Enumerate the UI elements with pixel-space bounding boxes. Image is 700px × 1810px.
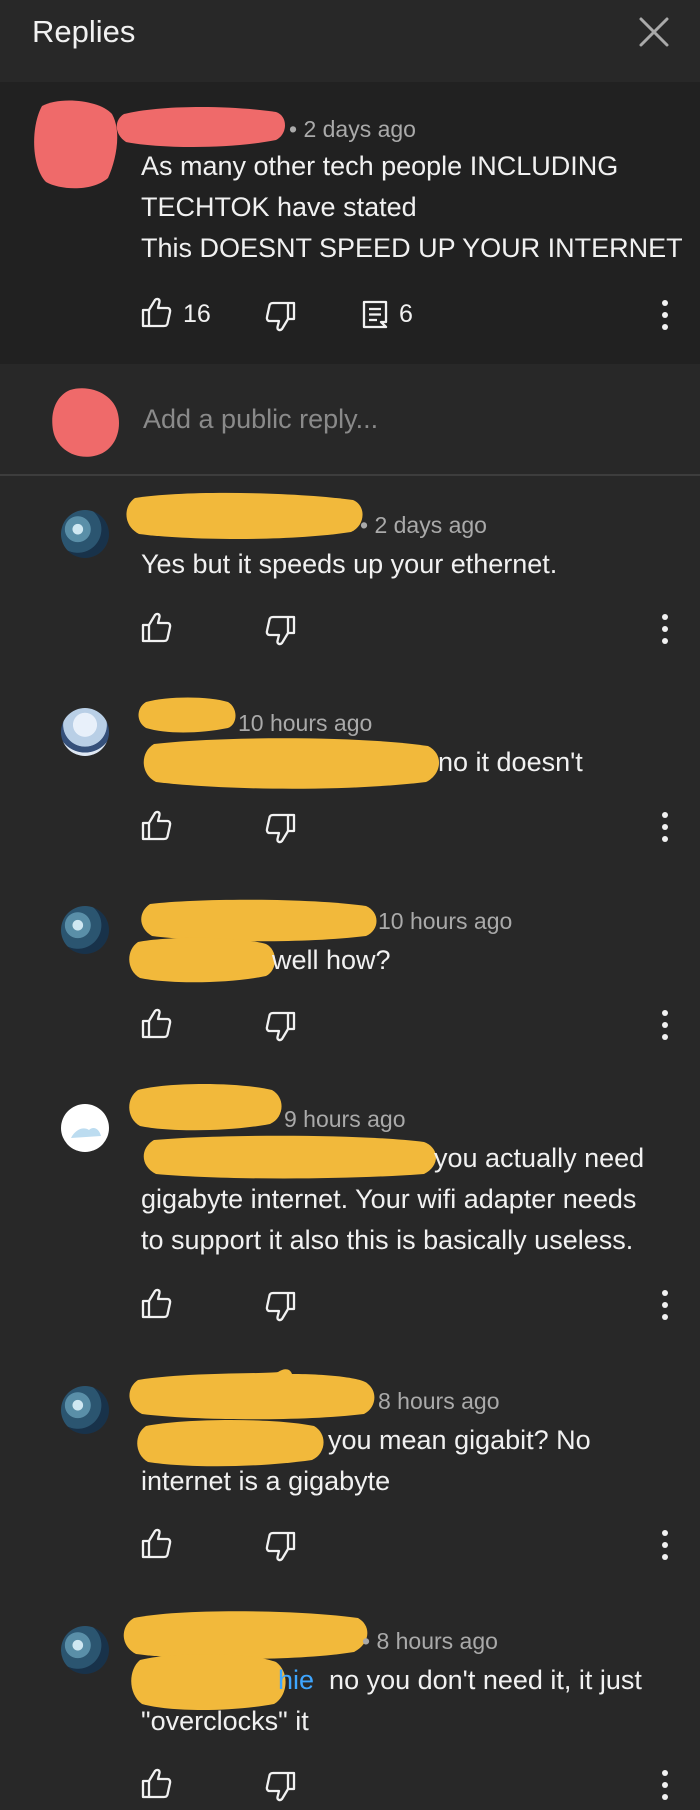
avatar[interactable]: [61, 1626, 109, 1674]
page-title: Replies: [32, 14, 136, 49]
comment-text-line: As many other tech people INCLUDING: [141, 151, 619, 181]
comment-text-line: well how?: [272, 945, 391, 975]
comment-text-line: hie no you don't need it, it just: [278, 1660, 642, 1701]
comment-text-line: Yes but it speeds up your ethernet.: [141, 549, 558, 579]
thumbs-up-icon: [139, 1006, 173, 1040]
like-button[interactable]: [139, 295, 173, 329]
more-vert-icon: [653, 1525, 677, 1565]
redacted-username: [126, 492, 363, 539]
redacted-username: [129, 1084, 282, 1131]
replies-header: Replies: [0, 0, 700, 82]
more-vert-icon: [653, 1765, 677, 1805]
thumbs-down-icon: [264, 300, 298, 334]
comment-text-line: gigabyte internet. Your wifi adapter nee…: [141, 1184, 637, 1214]
comment-text-line: "overclocks" it: [141, 1706, 309, 1736]
comment-text-line: internet is a gigabyte: [141, 1466, 391, 1496]
dislike-button[interactable]: [264, 812, 298, 846]
redacted-mention: [143, 1135, 436, 1179]
replies-button[interactable]: [358, 297, 392, 331]
comment-text-span: no you don't need it, it just: [329, 1665, 642, 1695]
avatar[interactable]: [61, 1104, 109, 1152]
reply-box: [0, 364, 700, 476]
redacted-avatar: [34, 100, 118, 189]
avatar[interactable]: [61, 1386, 109, 1434]
public-reply-input[interactable]: [141, 398, 665, 440]
more-options-button[interactable]: [653, 1005, 677, 1045]
dislike-button[interactable]: [264, 1290, 298, 1324]
dislike-button[interactable]: [264, 1010, 298, 1044]
redacted-username: [129, 1369, 375, 1420]
thumbs-up-icon: [139, 1286, 173, 1320]
more-vert-icon: [653, 1285, 677, 1325]
mention-link[interactable]: hie: [278, 1665, 314, 1695]
redacted-username: [138, 697, 236, 733]
avatar[interactable]: [61, 510, 109, 558]
comment-text-line: you actually need: [434, 1143, 645, 1173]
thumbs-up-icon: [139, 1766, 173, 1800]
comment-timestamp: 10 hours ago: [238, 710, 373, 736]
redacted-username: [116, 107, 285, 147]
comment-timestamp: 8 hours ago: [378, 1388, 500, 1414]
more-vert-icon: [653, 807, 677, 847]
dislike-button[interactable]: [264, 300, 298, 334]
more-vert-icon: [653, 295, 677, 335]
more-options-button[interactable]: [653, 1285, 677, 1325]
comment-text-line: no it doesn't: [438, 747, 583, 777]
redacted-mention: [143, 738, 440, 789]
comment-text-line: to support it also this is basically use…: [141, 1225, 634, 1255]
more-vert-icon: [653, 1005, 677, 1045]
like-button[interactable]: [139, 1006, 173, 1040]
thumbs-up-icon: [139, 295, 173, 329]
comment-text-line: TECHTOK have stated: [141, 192, 417, 222]
avatar[interactable]: [61, 708, 109, 756]
comment-timestamp: • 2 days ago: [360, 512, 487, 538]
parent-comment: • 2 days ago As many other tech people I…: [0, 82, 700, 364]
close-icon: [639, 17, 669, 47]
thumbs-down-icon: [264, 1010, 298, 1044]
dislike-button[interactable]: [264, 1770, 298, 1804]
comment-timestamp: 9 hours ago: [284, 1106, 406, 1132]
comment-text-line: you mean gigabit? No: [328, 1425, 591, 1455]
comment-timestamp: • 8 hours ago: [362, 1628, 498, 1654]
like-button[interactable]: [139, 1286, 173, 1320]
replies-count: 6: [399, 300, 413, 328]
avatar[interactable]: [61, 906, 109, 954]
comment-timestamp: • 2 days ago: [289, 116, 416, 142]
thumbs-down-icon: [264, 614, 298, 648]
comment-timestamp: 10 hours ago: [378, 908, 513, 934]
more-options-button[interactable]: [653, 807, 677, 847]
dislike-button[interactable]: [264, 614, 298, 648]
comment-text-line: This DOESNT SPEED UP YOUR INTERNET: [141, 233, 683, 263]
redacted-avatar: [52, 388, 120, 457]
more-options-button[interactable]: [653, 295, 677, 335]
thumbs-up-icon: [139, 1526, 173, 1560]
more-options-button[interactable]: [653, 1525, 677, 1565]
thumbs-up-icon: [139, 808, 173, 842]
close-button[interactable]: [636, 14, 672, 50]
avatar-image: [71, 1128, 101, 1138]
like-button[interactable]: [139, 808, 173, 842]
thumbs-up-icon: [139, 610, 173, 644]
like-button[interactable]: [139, 610, 173, 644]
like-button[interactable]: [139, 1766, 173, 1800]
thumbs-down-icon: [264, 1530, 298, 1564]
like-count: 16: [183, 300, 211, 328]
dislike-button[interactable]: [264, 1530, 298, 1564]
thumbs-down-icon: [264, 1290, 298, 1324]
redacted-mention: [129, 937, 275, 983]
like-button[interactable]: [139, 1526, 173, 1560]
thumbs-down-icon: [264, 1770, 298, 1804]
thumbs-down-icon: [264, 812, 298, 846]
more-vert-icon: [653, 609, 677, 649]
more-options-button[interactable]: [653, 609, 677, 649]
more-options-button[interactable]: [653, 1765, 677, 1805]
reply-icon: [358, 297, 392, 331]
